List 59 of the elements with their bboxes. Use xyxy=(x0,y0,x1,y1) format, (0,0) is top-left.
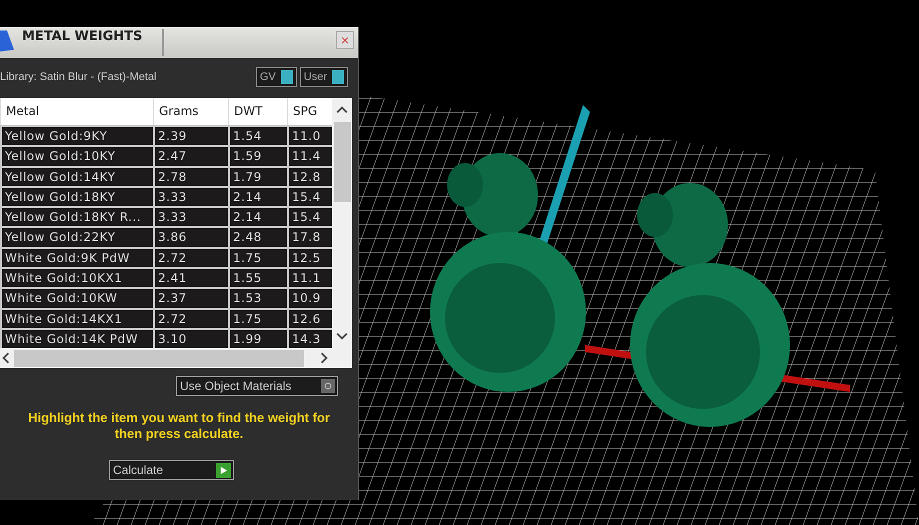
calculate-button[interactable]: Calculate xyxy=(109,460,234,480)
table-cell: 1.53 xyxy=(228,289,287,308)
table-cell: 1.75 xyxy=(228,248,287,268)
column-header[interactable]: SPG xyxy=(287,98,332,125)
table-cell: 12.5 xyxy=(287,248,332,268)
table-cell: 2.72 xyxy=(153,310,228,328)
toggle-button[interactable]: GV xyxy=(256,67,297,87)
table-cell: 17.8 xyxy=(287,228,332,247)
table-cell: Yellow Gold:10KY xyxy=(0,147,153,166)
table-cell: 1.54 xyxy=(228,127,287,146)
table-cell: Yellow Gold:18KY xyxy=(0,188,153,206)
table-cell: 2.41 xyxy=(153,269,228,288)
vertical-scrollbar[interactable] xyxy=(332,98,352,348)
table-cell: White Gold:9K PdW xyxy=(0,248,153,268)
instruction-text: Highlight the item you want to find the weight for then press calculate. xyxy=(27,410,331,442)
circle-icon xyxy=(324,382,332,390)
table-cell: 11.1 xyxy=(287,269,332,288)
table-cell: Yellow Gold:9KY xyxy=(0,127,153,146)
window-title: METAL WEIGHTS xyxy=(21,28,144,46)
table-cell: 15.4 xyxy=(287,188,332,206)
column-header[interactable]: DWT xyxy=(228,98,287,125)
table-cell: 15.4 xyxy=(287,208,332,226)
table-cell: 14.3 xyxy=(287,330,332,348)
table-cell: 2.48 xyxy=(228,228,287,247)
table-cell: 1.99 xyxy=(228,330,287,348)
table-cell: 2.14 xyxy=(228,208,287,226)
table-cell: 3.86 xyxy=(153,228,228,247)
table-cell: Yellow Gold:14KY xyxy=(0,168,153,186)
table-cell: Yellow Gold:22KY xyxy=(0,228,153,247)
toggle-button[interactable]: User xyxy=(300,67,348,87)
column-header[interactable]: Grams xyxy=(153,98,228,125)
toggle-button[interactable]: Use Object Materials xyxy=(176,376,338,396)
play-icon xyxy=(219,466,228,475)
table-cell: 2.14 xyxy=(228,188,287,206)
table-cell: White Gold:10KX1 xyxy=(0,269,153,288)
library-label: Library: Satin Blur - (Fast)-Metal xyxy=(0,71,158,83)
table-cell: 1.55 xyxy=(228,269,287,288)
table-cell: 3.33 xyxy=(153,188,228,206)
table-cell: White Gold:14KX1 xyxy=(0,310,153,328)
table-cell: 1.75 xyxy=(228,310,287,328)
table-cell: 2.37 xyxy=(153,289,228,308)
table-cell: 2.39 xyxy=(153,127,228,146)
table-cell: 1.79 xyxy=(228,168,287,186)
table-cell: 11.4 xyxy=(287,147,332,166)
table-cell: 12.6 xyxy=(287,310,332,328)
table-cell: 1.59 xyxy=(228,147,287,166)
table-cell: 2.72 xyxy=(153,248,228,268)
table-cell: 10.9 xyxy=(287,289,332,308)
table-cell: 12.8 xyxy=(287,168,332,186)
table-cell: 2.47 xyxy=(153,147,228,166)
column-header[interactable]: Metal xyxy=(0,98,153,125)
table-cell: White Gold:10KW xyxy=(0,289,153,308)
table-cell: 3.10 xyxy=(153,330,228,348)
table-cell: 11.0 xyxy=(287,127,332,146)
table-cell: Yellow Gold:18KY R... xyxy=(0,208,153,226)
table-cell: White Gold:14K PdW xyxy=(0,330,153,348)
table-cell: 2.78 xyxy=(153,168,228,186)
table-cell: 3.33 xyxy=(153,208,228,226)
horizontal-scrollbar[interactable] xyxy=(0,348,352,368)
